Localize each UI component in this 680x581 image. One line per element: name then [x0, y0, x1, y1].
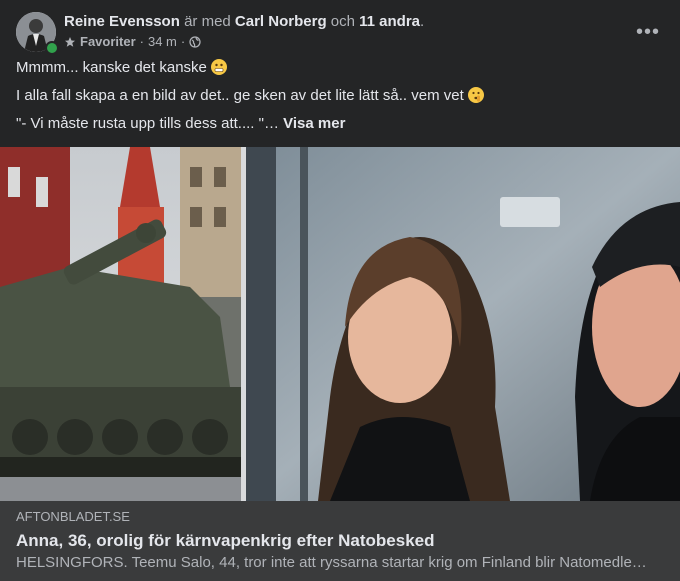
separator: ·: [139, 34, 144, 49]
period: .: [420, 13, 425, 30]
with-text: är med: [184, 13, 231, 30]
post-text-line-2: I alla fall skapa a en bild av det.. ge …: [16, 87, 464, 104]
post-text-line: "- Vi måste rusta upp tills dess att....…: [16, 114, 664, 134]
globe-icon[interactable]: [189, 36, 201, 48]
article-photo: [0, 147, 680, 501]
more-icon: •••: [635, 20, 660, 43]
link-description: HELSINGFORS. Teemu Salo, 44, tror inte a…: [16, 554, 647, 571]
link-title[interactable]: Anna, 36, orolig för kärnvapenkrig efter…: [16, 530, 664, 552]
post-meta: Reine Evensson är med Carl Norberg och 1…: [64, 12, 424, 51]
author-name[interactable]: Reine Evensson: [64, 13, 180, 30]
tagged-others[interactable]: 11 andra: [359, 13, 420, 30]
audience-label[interactable]: Favoriter: [80, 33, 136, 51]
more-options-button[interactable]: •••: [632, 16, 664, 48]
feed-post: Reine Evensson är med Carl Norberg och 1…: [0, 0, 680, 581]
link-domain: AFTONBLADET.SE: [16, 509, 130, 524]
grimace-emoji-icon: [211, 59, 228, 75]
link-image[interactable]: [0, 147, 680, 501]
separator: ·: [180, 34, 186, 49]
tagged-person[interactable]: Carl Norberg: [235, 13, 327, 30]
link-preview[interactable]: AFTONBLADET.SE Anna, 36, orolig för kärn…: [0, 501, 680, 581]
post-text: Mmmm... kanske det kanske I alla fall sk…: [16, 58, 664, 142]
post-text-line-3: "- Vi måste rusta upp tills dess att....…: [16, 115, 279, 132]
star-icon: [65, 37, 75, 47]
shushing-face-icon: [467, 87, 484, 103]
see-more-link[interactable]: Visa mer: [283, 115, 345, 132]
post-text-line: I alla fall skapa a en bild av det.. ge …: [16, 86, 664, 106]
post-author-line: Reine Evensson är med Carl Norberg och 1…: [64, 12, 424, 32]
post-text-line-1: Mmmm... kanske det kanske: [16, 59, 207, 76]
post-text-line: Mmmm... kanske det kanske: [16, 58, 664, 78]
post-header: Reine Evensson är med Carl Norberg och 1…: [16, 12, 664, 55]
post-time[interactable]: 34 m: [148, 33, 177, 51]
online-status-dot: [45, 41, 59, 55]
post-subline: Favoriter · 34 m ·: [64, 33, 424, 51]
and-text: och: [330, 13, 355, 30]
